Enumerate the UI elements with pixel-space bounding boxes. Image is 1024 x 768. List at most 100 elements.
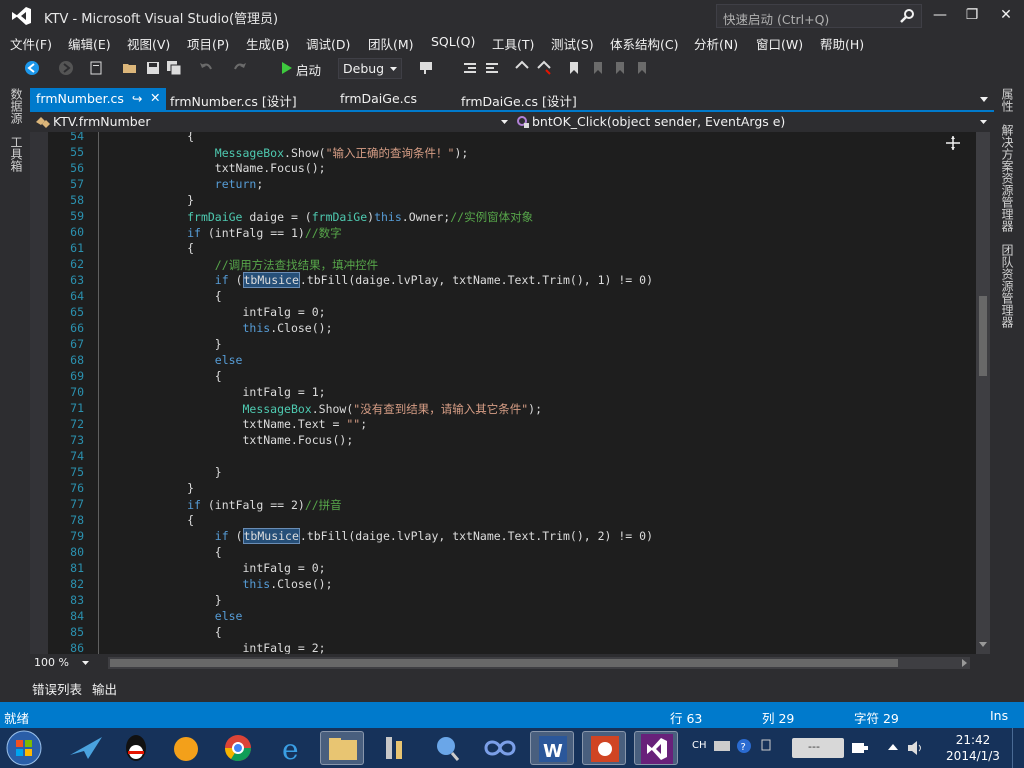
redo-icon[interactable] — [232, 60, 248, 76]
solution-config-dropdown[interactable]: Debug — [338, 58, 402, 79]
code-line[interactable]: 54 { — [30, 132, 970, 145]
uncomment-icon[interactable] — [536, 60, 552, 76]
code-text[interactable]: } — [104, 193, 194, 207]
code-text[interactable]: } — [104, 481, 194, 495]
menu-tools[interactable]: 工具(T) — [492, 34, 534, 53]
settings-icon[interactable] — [760, 738, 772, 752]
show-hidden-icons-icon[interactable] — [888, 744, 898, 750]
search-icon[interactable] — [899, 8, 915, 24]
code-line[interactable]: 62 //调用方法查找结果，填冲控件 — [30, 257, 970, 273]
code-line[interactable]: 65 intFalg = 0; — [30, 305, 970, 321]
code-text[interactable]: frmDaiGe daige = (frmDaiGe)this.Owner;//… — [104, 209, 533, 225]
volume-icon[interactable] — [906, 740, 924, 756]
menu-window[interactable]: 窗口(W) — [756, 34, 803, 53]
system-clock[interactable]: 21:42 2014/1/3 — [938, 732, 1008, 764]
code-text[interactable]: } — [104, 465, 222, 479]
indent-decrease-icon[interactable] — [462, 60, 478, 76]
menu-team[interactable]: 团队(M) — [368, 34, 414, 53]
code-line[interactable]: 60 if (intFalg == 1)//数字 — [30, 225, 970, 241]
tab-error-list[interactable]: 错误列表 — [32, 679, 82, 698]
close-window-button[interactable]: ✕ — [992, 4, 1020, 26]
menu-help[interactable]: 帮助(H) — [820, 34, 864, 53]
tab-overflow-icon[interactable] — [980, 97, 988, 102]
code-text[interactable]: { — [104, 289, 222, 303]
taskbar-word-icon[interactable]: W — [530, 731, 574, 765]
code-text[interactable]: if (tbMusice.tbFill(daige.lvPlay, txtNam… — [104, 528, 653, 544]
horizontal-scroll-thumb[interactable] — [110, 659, 898, 667]
code-text[interactable]: } — [104, 337, 222, 351]
solution-explorer-tab[interactable]: 解决方案资源管理器 — [999, 124, 1016, 232]
code-line[interactable]: 58 } — [30, 193, 970, 209]
code-line[interactable]: 82 this.Close(); — [30, 577, 970, 593]
next-bookmark-icon[interactable] — [612, 60, 628, 76]
code-line[interactable]: 73 txtName.Focus(); — [30, 433, 970, 449]
taskbar-powerpoint-icon[interactable] — [582, 731, 626, 765]
code-text[interactable]: txtName.Focus(); — [104, 161, 326, 175]
vertical-scrollbar[interactable] — [976, 132, 990, 654]
tab-output[interactable]: 输出 — [92, 679, 117, 698]
class-dropdown[interactable]: KTV.frmNumber — [30, 112, 512, 132]
code-line[interactable]: 57 return; — [30, 177, 970, 193]
code-line[interactable]: 81 intFalg = 0; — [30, 561, 970, 577]
code-line[interactable]: 85 { — [30, 625, 970, 641]
code-text[interactable]: { — [104, 369, 222, 383]
taskbar-app-bird-icon[interactable] — [64, 731, 108, 765]
code-line[interactable]: 77 if (intFalg == 2)//拼音 — [30, 497, 970, 513]
code-line[interactable]: 67 } — [30, 337, 970, 353]
code-text[interactable]: MessageBox.Show("没有查到结果，请输入其它条件"); — [104, 401, 542, 417]
menu-build[interactable]: 生成(B) — [246, 34, 289, 53]
code-text[interactable]: } — [104, 593, 222, 607]
menu-view[interactable]: 视图(V) — [127, 34, 170, 53]
code-text[interactable]: intFalg = 2; — [104, 641, 325, 654]
menu-edit[interactable]: 编辑(E) — [68, 34, 111, 53]
indent-increase-icon[interactable] — [484, 60, 500, 76]
previous-bookmark-icon[interactable] — [590, 60, 606, 76]
menu-analyze[interactable]: 分析(N) — [694, 34, 738, 53]
code-text[interactable]: txtName.Focus(); — [104, 433, 353, 447]
code-text[interactable]: { — [104, 132, 194, 143]
help-icon[interactable]: ? — [736, 738, 752, 754]
code-text[interactable]: return; — [104, 177, 263, 191]
undo-icon[interactable] — [198, 60, 214, 76]
restore-button[interactable]: ❐ — [958, 4, 986, 26]
code-line[interactable]: 80 { — [30, 545, 970, 561]
code-line[interactable]: 66 this.Close(); — [30, 321, 970, 337]
code-line[interactable]: 72 txtName.Text = ""; — [30, 417, 970, 433]
code-line[interactable]: 61 { — [30, 241, 970, 257]
horizontal-scrollbar[interactable] — [108, 657, 970, 669]
code-text[interactable]: intFalg = 0; — [104, 561, 325, 575]
quick-launch-input[interactable]: 快速启动 (Ctrl+Q) — [716, 4, 922, 28]
code-line[interactable]: 75 } — [30, 465, 970, 481]
properties-tab[interactable]: 属性 — [999, 88, 1016, 112]
code-text[interactable]: { — [104, 545, 222, 559]
taskbar-explorer-icon[interactable] — [320, 731, 364, 765]
forward-icon[interactable] — [58, 60, 74, 76]
menu-debug[interactable]: 调试(D) — [306, 34, 350, 53]
start-menu-icon[interactable] — [6, 730, 42, 766]
code-line[interactable]: 59 frmDaiGe daige = (frmDaiGe)this.Owner… — [30, 209, 970, 225]
scroll-down-icon[interactable] — [979, 642, 987, 647]
code-line[interactable]: 78 { — [30, 513, 970, 529]
code-line[interactable]: 86 intFalg = 2; — [30, 641, 970, 654]
ime-indicator[interactable]: CH — [692, 740, 707, 751]
taskbar-search-app-icon[interactable] — [426, 731, 470, 765]
tab-frmnumber-cs[interactable]: frmNumber.cs ↪ ✕ — [30, 88, 166, 110]
start-button-label[interactable]: 启动 — [296, 60, 321, 79]
input-toolbar[interactable]: --- — [792, 738, 844, 758]
tab-frmnumber-design[interactable]: frmNumber.cs [设计] — [164, 88, 303, 110]
vertical-scroll-thumb[interactable] — [979, 296, 987, 376]
scroll-right-icon[interactable] — [962, 659, 967, 667]
open-file-icon[interactable] — [122, 60, 138, 76]
code-text[interactable]: intFalg = 1; — [104, 385, 325, 399]
comment-out-icon[interactable] — [514, 60, 530, 76]
taskbar-ie-icon[interactable]: e — [270, 731, 314, 766]
code-line[interactable]: 79 if (tbMusice.tbFill(daige.lvPlay, txt… — [30, 528, 970, 545]
code-text[interactable]: else — [104, 609, 243, 623]
new-project-icon[interactable] — [88, 60, 104, 76]
taskbar-app-orange-icon[interactable] — [164, 731, 208, 765]
code-text[interactable]: if (intFalg == 2)//拼音 — [104, 497, 342, 513]
minimize-button[interactable]: — — [926, 4, 954, 26]
save-icon[interactable] — [145, 60, 161, 76]
data-sources-tab[interactable]: 数据源 — [8, 88, 25, 124]
taskbar-qq-icon[interactable] — [114, 731, 158, 765]
